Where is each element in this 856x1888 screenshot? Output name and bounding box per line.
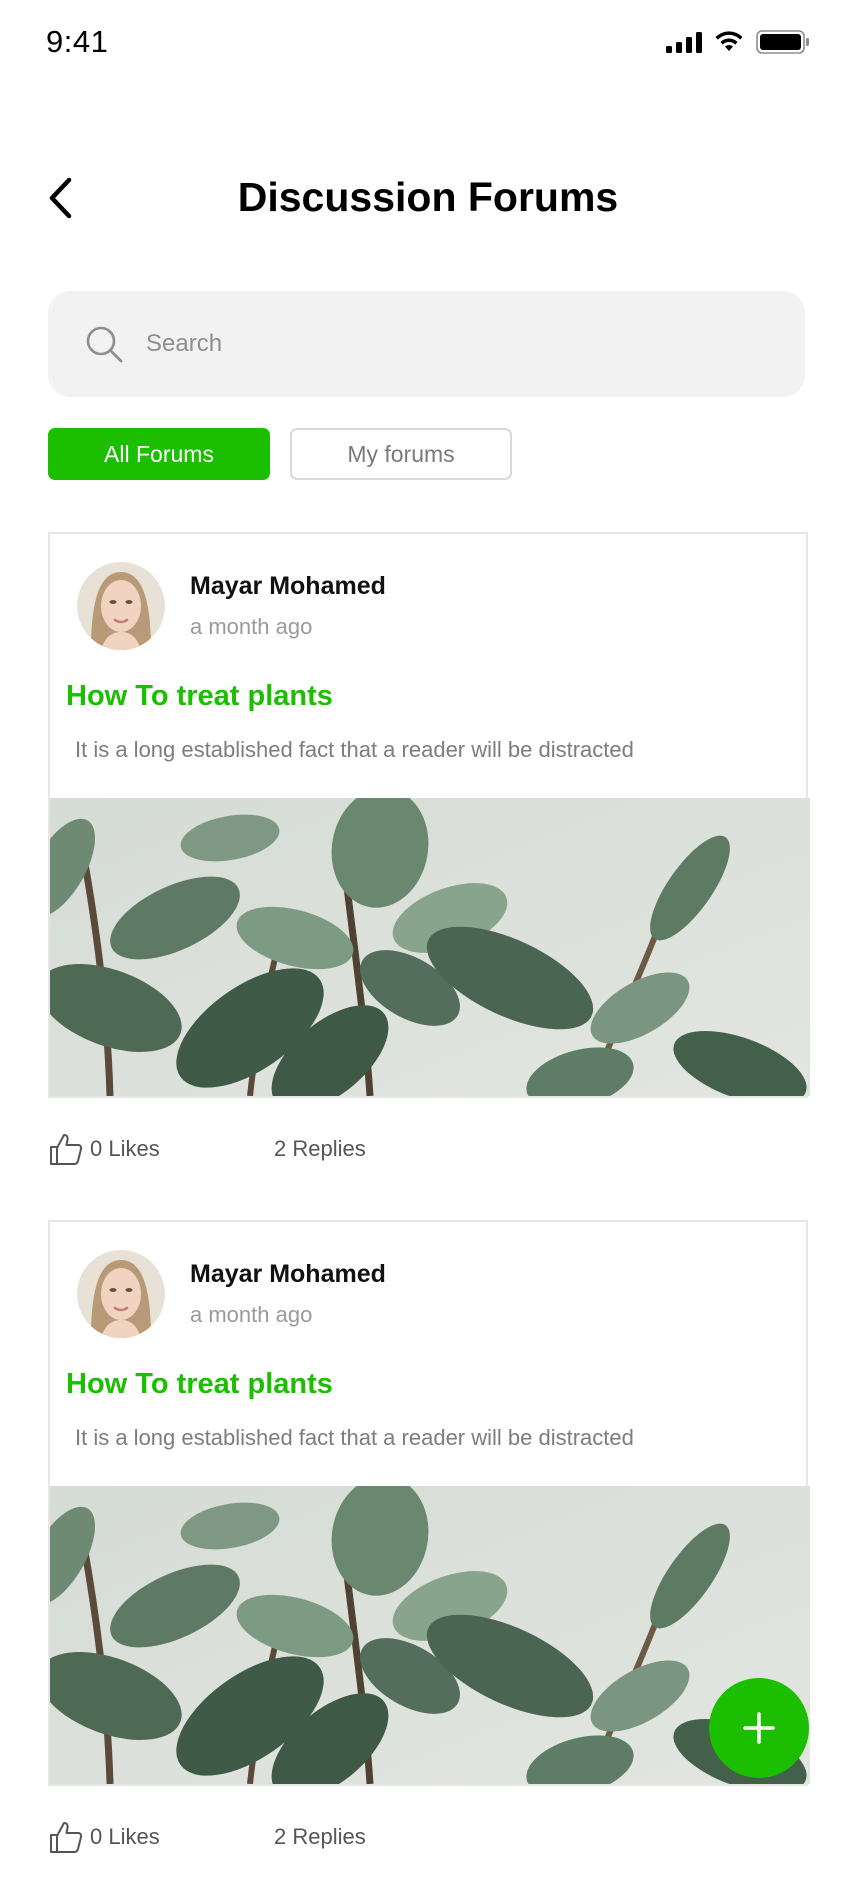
post-title[interactable]: How To treat plants [66,680,333,713]
forum-post[interactable]: Mayar Mohamed a month ago How To treat p… [48,1220,808,1888]
search-bar[interactable] [48,291,805,397]
tab-all-forums[interactable]: All Forums [48,428,270,480]
plus-icon [743,1712,775,1744]
post-time: a month ago [190,614,313,639]
battery-icon [756,30,809,54]
post-excerpt: It is a long established fact that a rea… [75,1425,634,1450]
like-button[interactable]: 0 Likes [48,1131,160,1167]
avatar[interactable] [77,562,165,650]
tab-my-forums[interactable]: My forums [290,428,512,480]
status-bar: 9:41 [0,0,856,90]
search-input[interactable] [146,330,746,358]
likes-count: 0 Likes [90,1136,160,1161]
avatar[interactable] [77,1250,165,1338]
post-title[interactable]: How To treat plants [66,1368,333,1401]
page-title: Discussion Forums [237,174,619,220]
forum-tabs: All Forums My forums [48,428,512,480]
header: Discussion Forums [0,160,856,240]
thumbs-up-icon [48,1131,84,1167]
wifi-icon [715,31,743,51]
status-time: 9:41 [46,24,109,59]
post-stats: 0 Likes 2 Replies [48,1098,808,1200]
post-image[interactable] [50,798,810,1096]
like-button[interactable]: 0 Likes [48,1819,160,1855]
replies-link[interactable]: 2 Replies [274,1136,366,1162]
search-icon [86,326,123,363]
status-icons [666,30,810,54]
forum-post[interactable]: Mayar Mohamed a month ago How To treat p… [48,532,808,1200]
post-image[interactable] [50,1486,810,1784]
author-name[interactable]: Mayar Mohamed [190,1260,386,1289]
thumbs-up-icon [48,1819,84,1855]
post-excerpt: It is a long established fact that a rea… [75,737,634,762]
add-forum-button[interactable] [709,1678,809,1778]
post-stats: 0 Likes 2 Replies [48,1786,808,1888]
post-time: a month ago [190,1302,313,1327]
cellular-signal-icon [666,31,702,53]
post-card[interactable]: Mayar Mohamed a month ago How To treat p… [48,532,808,1098]
replies-link[interactable]: 2 Replies [274,1824,366,1850]
post-card[interactable]: Mayar Mohamed a month ago How To treat p… [48,1220,808,1786]
likes-count: 0 Likes [90,1824,160,1849]
author-name[interactable]: Mayar Mohamed [190,572,386,601]
